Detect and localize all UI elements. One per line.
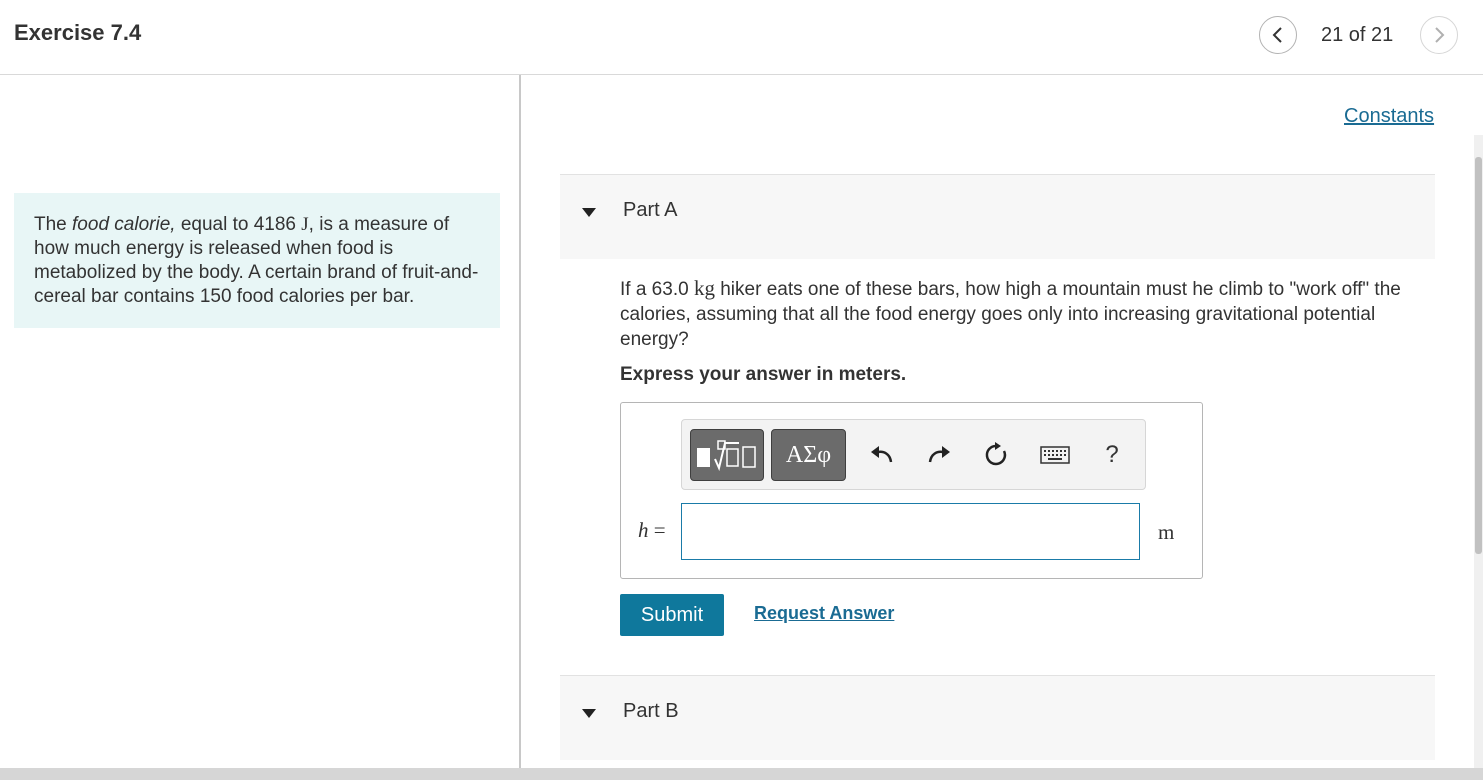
part-b-header[interactable]: Part B bbox=[560, 675, 1435, 760]
part-a-title: Part A bbox=[623, 199, 678, 221]
question-text: If a 63.0 kg hiker eats one of these bar… bbox=[620, 276, 1435, 352]
question-text-1: If a 63.0 bbox=[620, 279, 694, 300]
answer-variable-label: h = bbox=[638, 518, 666, 543]
redo-icon[interactable] bbox=[924, 440, 954, 470]
undo-icon[interactable] bbox=[867, 440, 897, 470]
part-a-header[interactable]: Part A bbox=[560, 174, 1435, 259]
chevron-left-icon bbox=[1272, 27, 1282, 43]
page-indicator: 21 of 21 bbox=[1321, 24, 1394, 46]
symbols-button[interactable]: ΑΣφ bbox=[771, 429, 846, 481]
scenario-text: The food calorie, equal to 4186 J, is a … bbox=[14, 193, 500, 328]
constants-link[interactable]: Constants bbox=[1344, 105, 1434, 128]
reset-icon[interactable] bbox=[981, 440, 1011, 470]
panel-divider bbox=[519, 75, 521, 768]
top-bar: Exercise 7.4 21 of 21 bbox=[0, 0, 1483, 75]
help-button[interactable]: ? bbox=[1097, 440, 1127, 470]
templates-button[interactable] bbox=[690, 429, 764, 481]
scenario-text-2: equal to 4186 bbox=[175, 214, 302, 235]
part-b-title: Part B bbox=[623, 700, 679, 722]
keyboard-icon[interactable] bbox=[1040, 440, 1070, 470]
previous-button[interactable] bbox=[1259, 16, 1297, 54]
submit-button[interactable]: Submit bbox=[620, 594, 724, 636]
request-answer-link[interactable]: Request Answer bbox=[754, 603, 894, 624]
answer-instruction: Express your answer in meters. bbox=[620, 364, 907, 385]
scenario-emphasis: food calorie, bbox=[72, 214, 176, 235]
bottom-bar bbox=[0, 768, 1483, 780]
math-toolbar: ΑΣφ ? bbox=[681, 419, 1146, 490]
answer-equals: = bbox=[648, 518, 666, 542]
templates-icon bbox=[697, 440, 756, 472]
answer-input[interactable] bbox=[681, 503, 1140, 560]
question-text-2: hiker eats one of these bars, how high a… bbox=[620, 279, 1401, 350]
page-title: Exercise 7.4 bbox=[14, 20, 142, 45]
caret-down-icon bbox=[582, 208, 596, 217]
caret-down-icon bbox=[582, 709, 596, 718]
next-button[interactable] bbox=[1420, 16, 1458, 54]
answer-unit: m bbox=[1158, 520, 1175, 544]
chevron-right-icon bbox=[1435, 27, 1445, 43]
scrollbar-thumb[interactable] bbox=[1475, 157, 1482, 554]
scenario-text-1: The bbox=[34, 214, 73, 235]
scenario-unit: J bbox=[301, 214, 309, 235]
answer-variable: h bbox=[638, 518, 649, 542]
question-unit: kg bbox=[693, 276, 715, 300]
